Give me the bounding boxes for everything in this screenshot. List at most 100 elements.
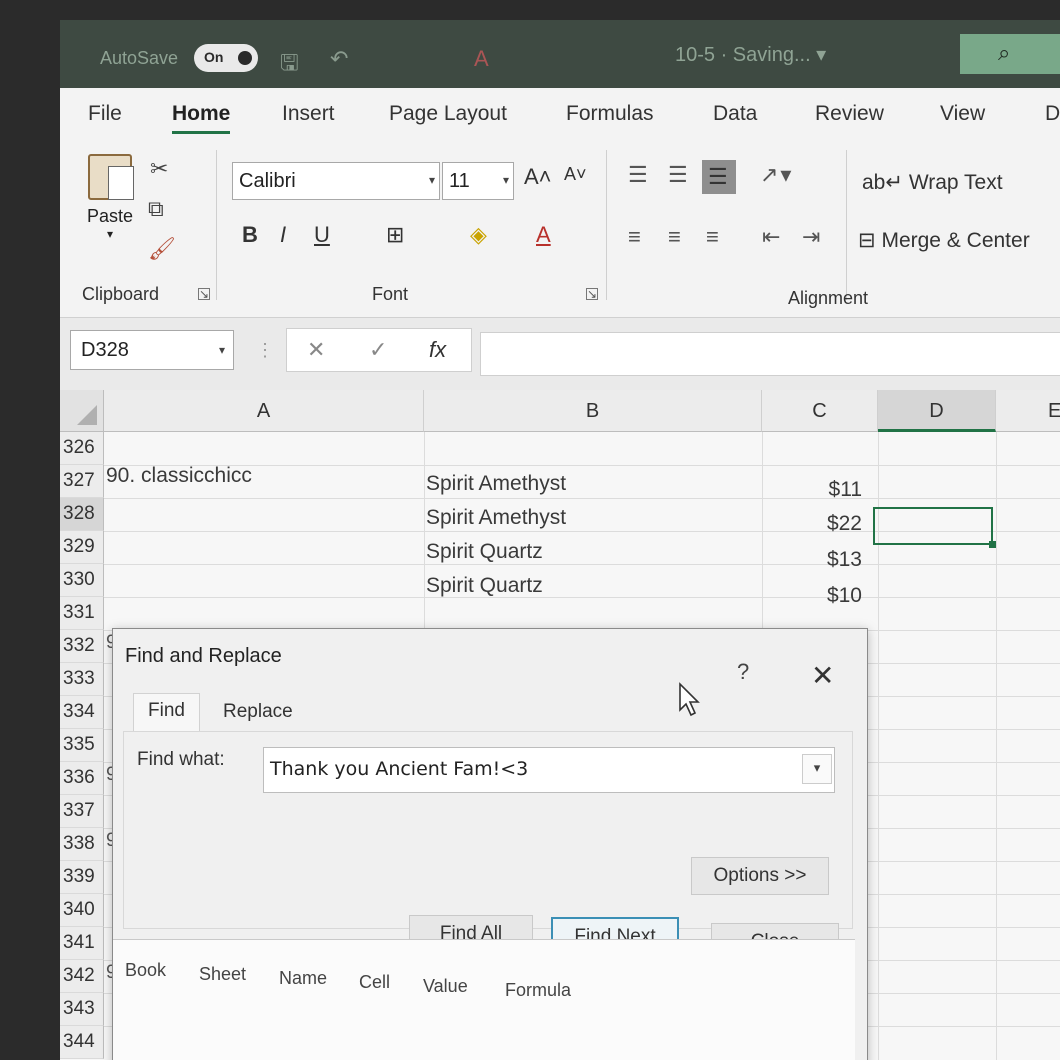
chevron-down-icon: ▾	[428, 173, 435, 187]
bottom-align-icon[interactable]: ☰	[702, 160, 736, 194]
cell-b329[interactable]: Spirit Quartz	[426, 540, 543, 564]
tab-file[interactable]: File	[88, 102, 122, 126]
row-header[interactable]: 330	[60, 564, 104, 597]
borders-icon[interactable]: ⊞	[386, 222, 404, 248]
clipboard-launcher-icon[interactable]: ↘	[198, 288, 210, 300]
row-header[interactable]: 339	[60, 861, 104, 894]
row-header[interactable]: 331	[60, 597, 104, 630]
active-cell-d328[interactable]	[873, 507, 996, 548]
cell-c327[interactable]: $11	[780, 478, 862, 502]
autosave-toggle[interactable]: On	[194, 44, 258, 72]
row-header[interactable]: 340	[60, 894, 104, 927]
tab-home[interactable]: Home	[172, 102, 231, 134]
copy-icon[interactable]: ⧉	[148, 196, 164, 222]
row-header[interactable]: 335	[60, 729, 104, 762]
row-header[interactable]: 332	[60, 630, 104, 663]
cancel-icon[interactable]: ✕	[307, 337, 325, 363]
tab-formulas[interactable]: Formulas	[566, 102, 654, 126]
align-center-icon[interactable]: ≡	[668, 224, 683, 250]
fill-color-icon[interactable]: ◈	[470, 222, 487, 248]
underline-button[interactable]: U	[314, 222, 330, 248]
close-icon[interactable]: ✕	[811, 659, 834, 692]
row-header[interactable]: 343	[60, 993, 104, 1026]
row-header[interactable]: 334	[60, 696, 104, 729]
decrease-indent-icon[interactable]: ⇤	[762, 224, 782, 250]
row-header[interactable]: 338	[60, 828, 104, 861]
cell-b327[interactable]: Spirit Amethyst	[426, 472, 566, 496]
cell-c330[interactable]: $10	[780, 584, 862, 608]
font-size-select[interactable]: 11 ▾	[442, 162, 514, 200]
middle-align-icon[interactable]: ☰	[668, 162, 690, 188]
merge-center-button[interactable]: ⊟ Merge & Center	[858, 228, 1030, 253]
select-all-button[interactable]	[60, 390, 104, 432]
find-what-input[interactable]: Thank you Ancient Fam!<3 ▾	[263, 747, 835, 793]
search-button[interactable]: ⌕	[960, 34, 1060, 74]
italic-button[interactable]: I	[280, 222, 286, 248]
font-color-quick-icon[interactable]: A	[474, 46, 489, 72]
drag-handle-icon[interactable]: ⋮	[256, 340, 274, 361]
font-color-button[interactable]: A	[536, 222, 551, 248]
row-header[interactable]: 344	[60, 1026, 104, 1059]
column-header-e[interactable]: E	[996, 390, 1060, 432]
row-header[interactable]: 337	[60, 795, 104, 828]
save-icon[interactable]: 🖫	[280, 46, 299, 84]
document-title: 10-5 · Saving... ▾	[675, 44, 827, 66]
results-header-value[interactable]: Value	[423, 976, 468, 997]
cell-b328[interactable]: Spirit Amethyst	[426, 506, 566, 530]
help-button[interactable]: ?	[737, 659, 749, 685]
tab-find[interactable]: Find	[133, 693, 200, 731]
align-right-icon[interactable]: ≡	[706, 224, 721, 250]
cut-icon[interactable]: ✂	[150, 156, 168, 182]
formula-input[interactable]	[480, 332, 1060, 376]
row-header[interactable]: 329	[60, 531, 104, 564]
undo-icon[interactable]: ↶	[330, 46, 348, 72]
results-list: Book Sheet Name Cell Value Formula	[113, 939, 855, 1060]
column-header-c[interactable]: C	[762, 390, 878, 432]
results-header-cell[interactable]: Cell	[359, 972, 390, 993]
row-header[interactable]: 326	[60, 432, 104, 465]
top-align-icon[interactable]: ☰	[628, 162, 650, 188]
orientation-icon[interactable]: ↗▾	[760, 162, 793, 188]
row-header-selected[interactable]: 328	[60, 498, 104, 531]
name-box[interactable]: D328 ▾	[70, 330, 234, 370]
results-header-name[interactable]: Name	[279, 968, 327, 989]
tab-insert[interactable]: Insert	[282, 102, 335, 126]
cell-b330[interactable]: Spirit Quartz	[426, 574, 543, 598]
tab-data[interactable]: Data	[713, 102, 757, 126]
row-header[interactable]: 341	[60, 927, 104, 960]
paste-button[interactable]: Paste ▾	[80, 154, 140, 241]
cell-c328[interactable]: $22	[780, 512, 862, 536]
results-header-formula[interactable]: Formula	[505, 980, 571, 1001]
insert-function-button[interactable]: fx	[429, 337, 446, 363]
tab-view[interactable]: View	[940, 102, 985, 126]
font-family-select[interactable]: Calibri ▾	[232, 162, 440, 200]
tab-replace[interactable]: Replace	[223, 701, 293, 723]
options-button[interactable]: Options >>	[691, 857, 829, 895]
mouse-pointer-icon	[679, 682, 700, 717]
row-header[interactable]: 336	[60, 762, 104, 795]
results-header-sheet[interactable]: Sheet	[199, 964, 246, 985]
font-launcher-icon[interactable]: ↘	[586, 288, 598, 300]
enter-icon[interactable]: ✓	[369, 337, 387, 363]
cell-c329[interactable]: $13	[780, 548, 862, 572]
grow-font-button[interactable]: A˄	[524, 164, 552, 190]
increase-indent-icon[interactable]: ⇥	[802, 224, 822, 250]
format-painter-icon[interactable]: 🖌	[148, 236, 176, 262]
tab-review[interactable]: Review	[815, 102, 884, 126]
align-left-icon[interactable]: ≡	[628, 224, 643, 250]
wrap-text-button[interactable]: ab↵ Wrap Text	[862, 170, 1003, 195]
cell-a327[interactable]: 90. classicchicc	[106, 464, 252, 488]
row-header[interactable]: 342	[60, 960, 104, 993]
column-header-d[interactable]: D	[878, 390, 996, 432]
tab-more[interactable]: D	[1045, 102, 1060, 126]
shrink-font-button[interactable]: A˅	[564, 164, 587, 185]
column-header-b[interactable]: B	[424, 390, 762, 432]
row-header[interactable]: 327	[60, 465, 104, 498]
bold-button[interactable]: B	[242, 222, 258, 248]
tab-page-layout[interactable]: Page Layout	[389, 102, 507, 126]
toggle-knob	[238, 51, 252, 65]
chevron-down-icon[interactable]: ▾	[802, 754, 832, 784]
row-header[interactable]: 333	[60, 663, 104, 696]
results-header-book[interactable]: Book	[125, 960, 166, 981]
column-header-a[interactable]: A	[104, 390, 424, 432]
